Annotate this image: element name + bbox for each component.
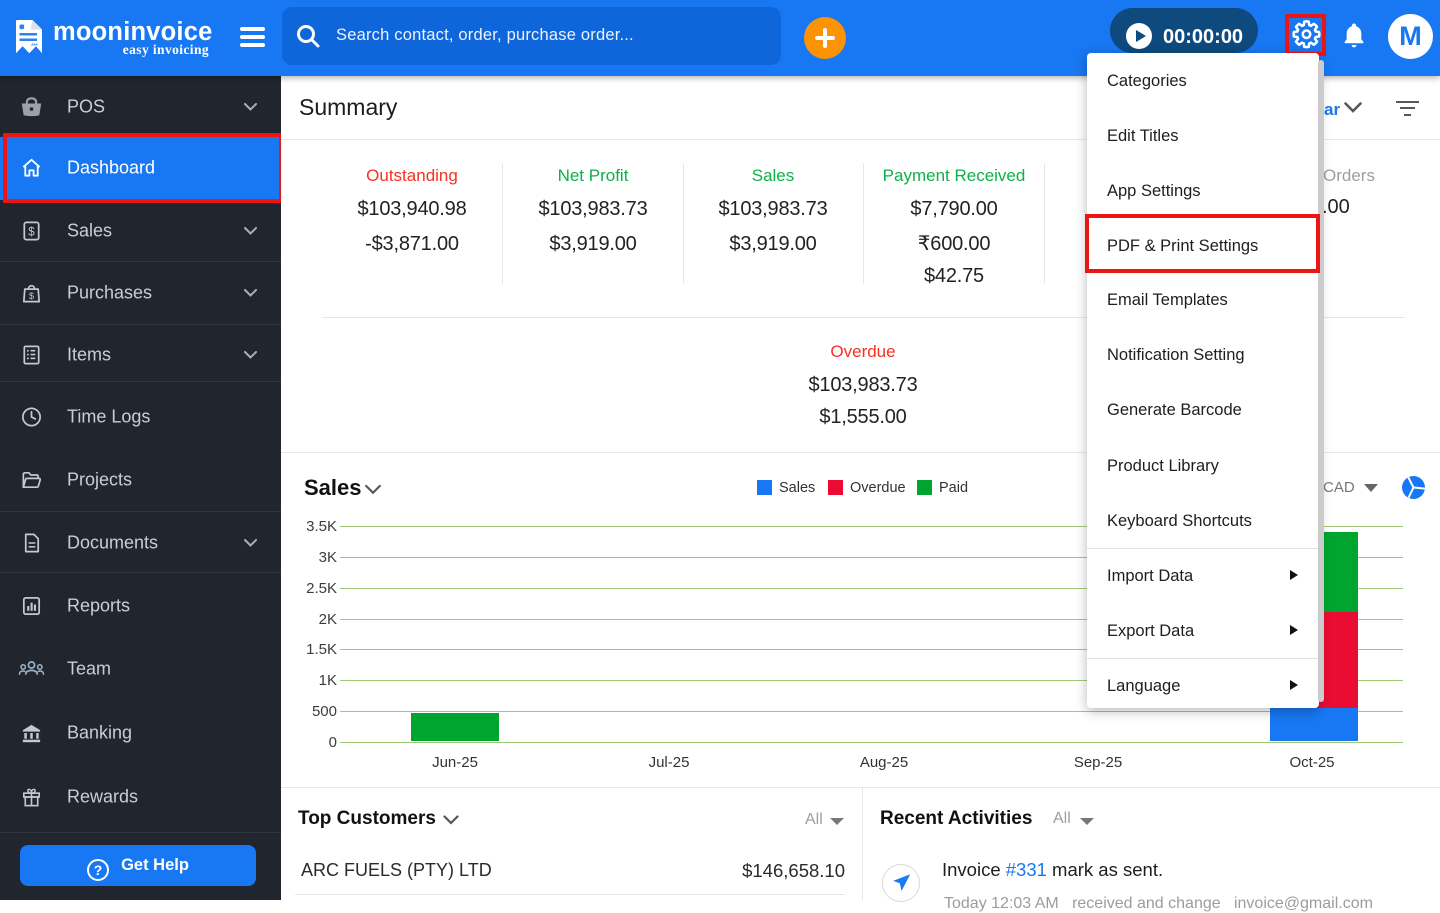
svg-text:$: $ xyxy=(29,291,34,301)
svg-text:$: $ xyxy=(28,226,35,238)
